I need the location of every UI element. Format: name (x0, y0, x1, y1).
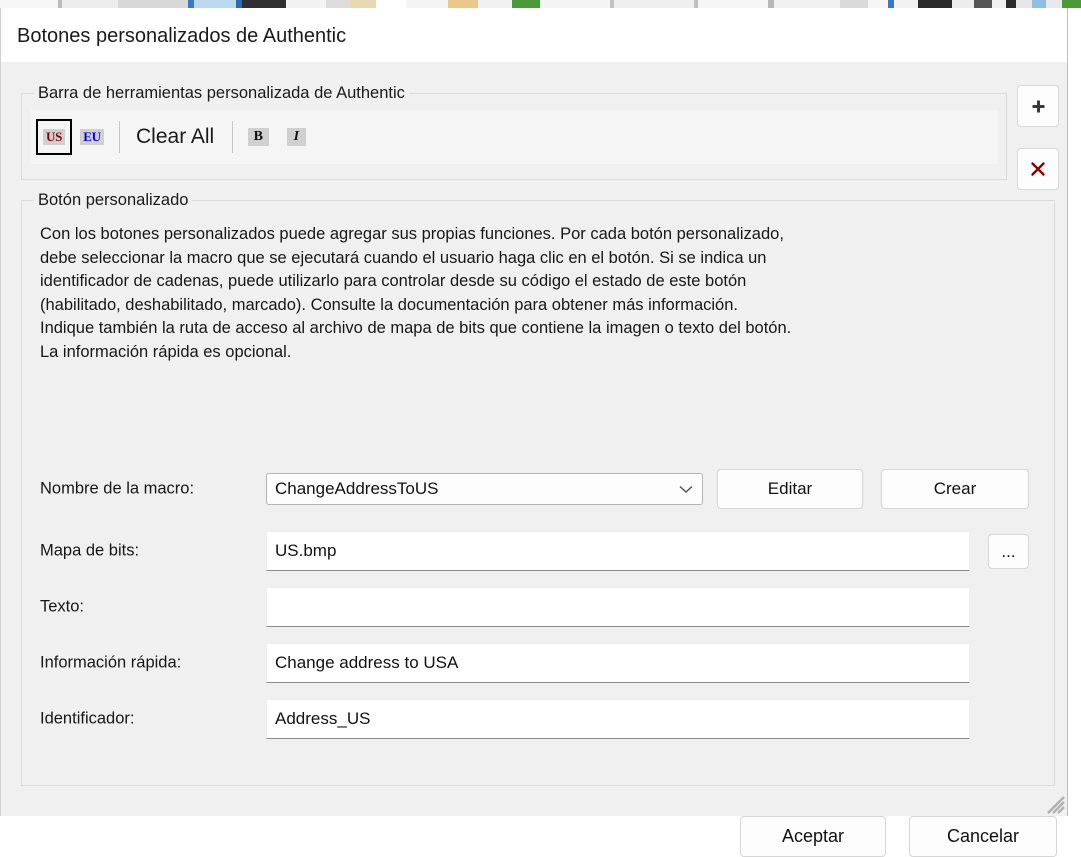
cancel-button-label: Cancelar (946, 826, 1020, 846)
custom-toolbar: US EU Clear All B I (30, 110, 998, 164)
us-flag-icon: US (42, 129, 66, 145)
macro-name-label: Nombre de la macro: (40, 479, 195, 498)
chevron-down-icon (678, 481, 694, 497)
accept-button-label: Aceptar (781, 826, 845, 846)
toolbar-button-us[interactable]: US (36, 119, 72, 155)
text-input[interactable] (266, 587, 970, 627)
toolbar-button-eu[interactable]: EU (74, 119, 110, 155)
text-label: Texto: (40, 597, 85, 616)
add-button-button[interactable] (1017, 85, 1059, 127)
toolbar-button-clear-all[interactable]: Clear All (127, 119, 223, 155)
tooltip-row: Información rápida: Change address to US… (40, 643, 1036, 683)
dialog-titlebar: Botones personalizados de Authentic (1, 8, 1067, 62)
toolbar-button-italic[interactable]: I (278, 119, 314, 155)
resize-grip[interactable] (1043, 792, 1065, 814)
background-app-strip (0, 0, 1081, 8)
bold-icon: B (247, 128, 269, 146)
macro-name-row: Nombre de la macro: ChangeAddressToUS Ed… (40, 469, 1036, 509)
text-row: Texto: (40, 587, 1036, 627)
bitmap-label: Mapa de bits: (40, 541, 140, 560)
bitmap-input-value: US.bmp (275, 541, 337, 560)
tooltip-label: Información rápida: (40, 653, 182, 672)
accept-button[interactable]: Aceptar (740, 816, 886, 857)
dialog-title: Botones personalizados de Authentic (17, 25, 347, 47)
identifier-input-value: Address_US (275, 709, 371, 728)
custom-button-groupbox: Botón personalizado Con los botones pers… (21, 190, 1055, 786)
italic-icon: I (286, 128, 306, 146)
toolbar-groupbox: Barra de herramientas personalizada de A… (21, 83, 1007, 180)
description-text: Con los botones personalizados puede agr… (40, 225, 792, 361)
eu-flag-icon: EU (80, 129, 104, 145)
macro-name-select[interactable]: ChangeAddressToUS (266, 473, 703, 505)
identifier-input[interactable]: Address_US (266, 699, 970, 739)
browse-bitmap-button-label: ... (1001, 541, 1016, 561)
custom-button-groupbox-legend: Botón personalizado (34, 190, 193, 210)
bitmap-input[interactable]: US.bmp (266, 531, 970, 571)
toolbar-separator-1 (119, 121, 120, 153)
cancel-button[interactable]: Cancelar (909, 816, 1057, 857)
tooltip-input-value: Change address to USA (275, 653, 459, 672)
bitmap-row: Mapa de bits: US.bmp ... (40, 531, 1036, 571)
dialog-body: Barra de herramientas personalizada de A… (1, 62, 1067, 857)
create-macro-button-label: Crear (933, 479, 977, 498)
dialog-window: Botones personalizados de Authentic Barr… (0, 8, 1068, 857)
browse-bitmap-button[interactable]: ... (988, 534, 1029, 569)
identifier-label: Identificador: (40, 709, 135, 728)
delete-x-icon (1031, 162, 1045, 176)
plus-icon (1032, 100, 1044, 112)
macro-name-value: ChangeAddressToUS (275, 479, 439, 498)
toolbar-button-bold[interactable]: B (240, 119, 276, 155)
delete-button-button[interactable] (1017, 148, 1059, 190)
toolbar-separator-2 (232, 121, 234, 153)
edit-macro-button[interactable]: Editar (717, 469, 863, 509)
toolbar-button-clear-all-label: Clear All (136, 125, 215, 148)
edit-macro-button-label: Editar (767, 479, 813, 498)
create-macro-button[interactable]: Crear (881, 469, 1029, 509)
toolbar-groupbox-legend: Barra de herramientas personalizada de A… (34, 83, 409, 103)
tooltip-input[interactable]: Change address to USA (266, 643, 970, 683)
identifier-row: Identificador: Address_US (40, 699, 1036, 739)
